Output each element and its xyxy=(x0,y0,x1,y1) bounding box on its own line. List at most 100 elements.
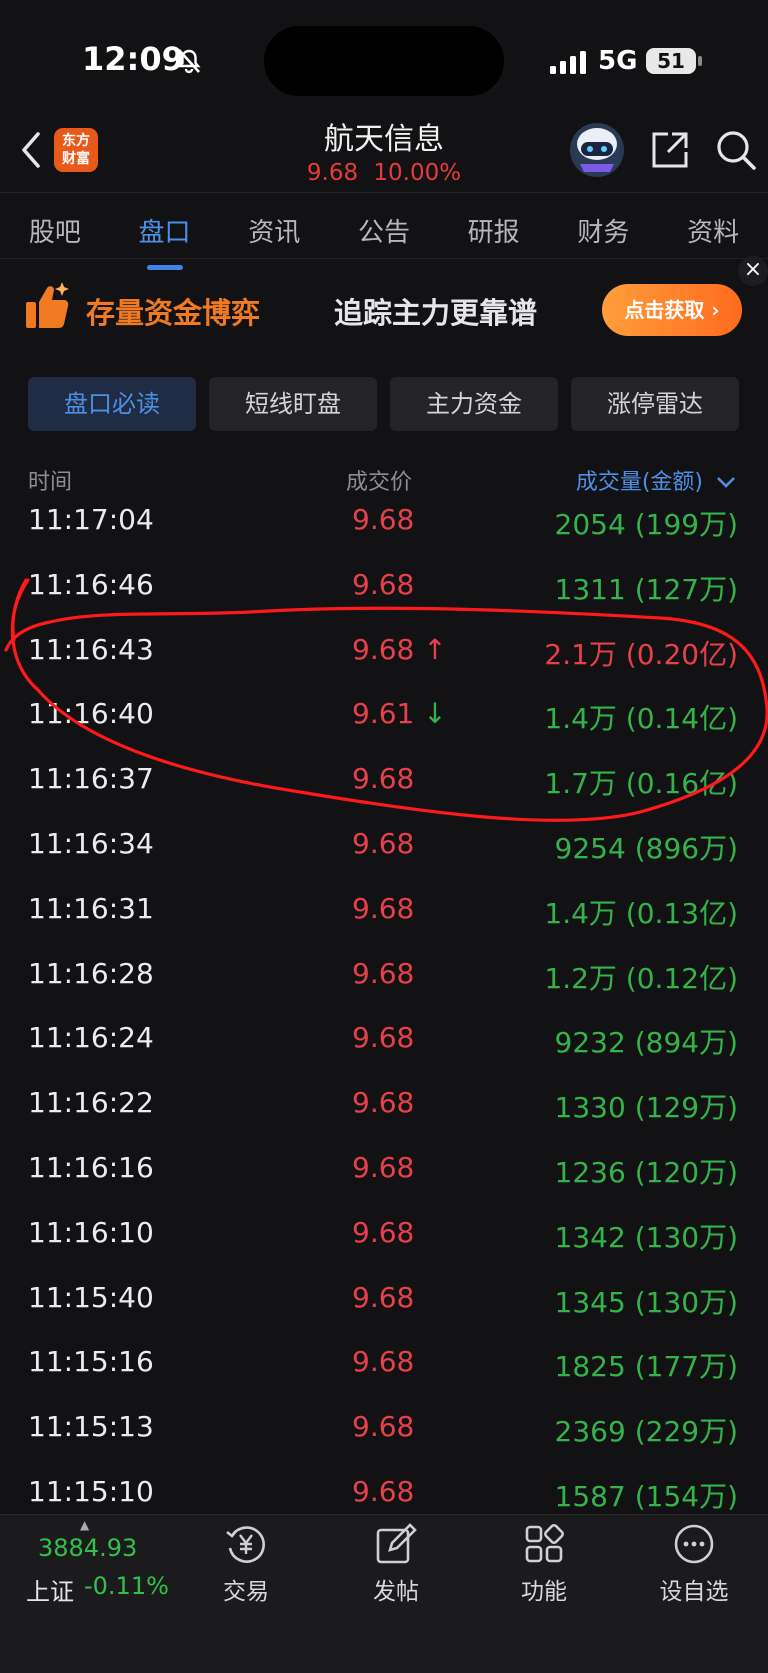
banner-get-button[interactable]: 点击获取 › xyxy=(602,284,742,336)
chevron-down-icon xyxy=(717,477,735,488)
trade-volume: 1342 (130万) xyxy=(554,1221,738,1254)
more-dots-icon[interactable] xyxy=(672,1522,716,1566)
trade-row: 11:16:31 9.68 1.4万 (0.13亿) xyxy=(0,878,768,942)
trade-time: 11:16:24 xyxy=(28,1021,154,1054)
trade-time: 11:16:22 xyxy=(28,1086,154,1119)
segment-main-funds[interactable]: 主力资金 xyxy=(390,377,558,431)
tab-pankou[interactable]: 盘口 xyxy=(133,204,197,270)
trade-row: 11:16:10 9.68 1342 (130万) xyxy=(0,1202,768,1266)
trade-volume: 1345 (130万) xyxy=(554,1286,738,1319)
banner-close-button[interactable]: × xyxy=(738,256,768,286)
trade-row: 11:16:16 9.68 1236 (120万) xyxy=(0,1137,768,1201)
trade-price-value: 9.68 xyxy=(352,1086,415,1119)
network-type: 5G xyxy=(598,46,638,76)
battery-tip xyxy=(698,56,702,66)
trade-volume: 1236 (120万) xyxy=(554,1156,738,1189)
trade-time: 11:15:16 xyxy=(28,1345,154,1378)
trade-volume: 1.2万 (0.12亿) xyxy=(544,962,738,995)
trade-price-value: 9.68 xyxy=(352,1151,415,1184)
trade-time: 11:16:28 xyxy=(28,957,154,990)
trade-price: 9.68 xyxy=(352,1345,414,1378)
trade-direction-arrow: ↓ xyxy=(423,697,447,730)
tab-news[interactable]: 资讯 xyxy=(242,204,306,264)
trade-price-value: 9.61 xyxy=(352,697,415,730)
index-change[interactable]: -0.11% xyxy=(84,1572,169,1600)
dynamic-island xyxy=(264,26,504,96)
trade-row: 11:17:04 9.68 2054 (199万) xyxy=(0,489,768,553)
tabs-divider xyxy=(0,258,768,259)
trade-time: 11:15:40 xyxy=(28,1281,154,1314)
trade-price: 9.68 xyxy=(352,827,414,860)
segment-limit-up-radar[interactable]: 涨停雷达 xyxy=(571,377,739,431)
trade-price: 9.68 xyxy=(352,1281,414,1314)
trade-price: 9.68 xyxy=(352,957,414,990)
tab-announcements[interactable]: 公告 xyxy=(352,204,416,264)
share-icon[interactable] xyxy=(648,128,692,172)
trade-price-value: 9.68 xyxy=(352,633,415,666)
segment-must-read[interactable]: 盘口必读 xyxy=(28,377,196,431)
trade-row: 11:16:28 9.68 1.2万 (0.12亿) xyxy=(0,943,768,1007)
trade-row: 11:15:13 9.68 2369 (229万) xyxy=(0,1396,768,1460)
trade-row: 11:16:46 9.68 1311 (127万) xyxy=(0,554,768,618)
trade-volume: 1330 (129万) xyxy=(554,1091,738,1124)
tab-finance[interactable]: 财务 xyxy=(571,204,635,264)
trade-row: 11:16:40 9.61 ↓ 1.4万 (0.14亿) xyxy=(0,683,768,747)
trade-price: 9.61 ↓ xyxy=(352,697,447,730)
trade-price-value: 9.68 xyxy=(352,503,415,536)
trade-row: 11:15:40 9.68 1345 (130万) xyxy=(0,1267,768,1331)
tab-bar: 股吧 盘口 资讯 公告 研报 财务 资料 xyxy=(0,204,768,270)
trade-volume: 1.4万 (0.14亿) xyxy=(544,702,738,735)
trade-price: 9.68 ↑ xyxy=(352,633,447,666)
trade-direction-arrow: ↑ xyxy=(423,633,447,666)
trade-price: 9.68 xyxy=(352,503,414,536)
signal-icon xyxy=(550,51,586,74)
banner-headline: 存量资金博弈 xyxy=(86,296,261,330)
trade-price-value: 9.68 xyxy=(352,762,415,795)
trade-time: 11:16:31 xyxy=(28,892,154,925)
trade-volume: 2.1万 (0.20亿) xyxy=(544,638,738,671)
trade-volume: 9254 (896万) xyxy=(554,832,738,865)
index-name[interactable]: 上证 xyxy=(26,1572,74,1607)
header-divider xyxy=(0,192,768,193)
battery-icon: 51 xyxy=(646,48,696,74)
trade-price-value: 9.68 xyxy=(352,1281,415,1314)
trade-volume: 2054 (199万) xyxy=(554,508,738,541)
nav-trade[interactable]: 交易 xyxy=(186,1572,306,1606)
trade-time: 11:16:40 xyxy=(28,697,154,730)
trade-price-value: 9.68 xyxy=(352,892,415,925)
trade-price-value: 9.68 xyxy=(352,957,415,990)
trade-yen-icon[interactable] xyxy=(224,1522,268,1566)
trade-price-value: 9.68 xyxy=(352,1410,415,1443)
nav-add-watchlist[interactable]: 设自选 xyxy=(634,1572,754,1606)
nav-post[interactable]: 发帖 xyxy=(336,1572,456,1606)
trade-time: 11:16:10 xyxy=(28,1216,154,1249)
trade-volume: 2369 (229万) xyxy=(554,1415,738,1448)
bell-muted-icon xyxy=(177,49,201,74)
index-value[interactable]: 3884.93 xyxy=(38,1534,137,1562)
nav-functions[interactable]: 功能 xyxy=(484,1572,604,1606)
trade-row: 11:15:16 9.68 1825 (177万) xyxy=(0,1331,768,1395)
trade-time: 11:17:04 xyxy=(28,503,154,536)
trade-time: 11:16:37 xyxy=(28,762,154,795)
trade-row: 11:16:37 9.68 1.7万 (0.16亿) xyxy=(0,748,768,812)
trade-row: 11:16:22 9.68 1330 (129万) xyxy=(0,1072,768,1136)
trade-price: 9.68 xyxy=(352,1021,414,1054)
trade-volume: 1.4万 (0.13亿) xyxy=(544,897,738,930)
segment-short-term[interactable]: 短线盯盘 xyxy=(209,377,377,431)
tab-guba[interactable]: 股吧 xyxy=(23,204,87,264)
tab-research[interactable]: 研报 xyxy=(462,204,526,264)
trade-time: 11:16:34 xyxy=(28,827,154,860)
trade-row: 11:16:34 9.68 9254 (896万) xyxy=(0,813,768,877)
edit-post-icon[interactable] xyxy=(374,1522,418,1566)
trade-volume: 1825 (177万) xyxy=(554,1350,738,1383)
trade-price: 9.68 xyxy=(352,1216,414,1249)
function-grid-icon[interactable] xyxy=(522,1522,566,1566)
tab-profile[interactable]: 资料 xyxy=(681,204,745,264)
robot-assistant-icon[interactable] xyxy=(566,120,628,180)
trade-price-value: 9.68 xyxy=(352,827,415,860)
search-icon[interactable] xyxy=(714,128,758,172)
trade-price: 9.68 xyxy=(352,762,414,795)
trade-price-value: 9.68 xyxy=(352,1345,415,1378)
trade-price: 9.68 xyxy=(352,1410,414,1443)
trade-price-value: 9.68 xyxy=(352,1475,415,1508)
